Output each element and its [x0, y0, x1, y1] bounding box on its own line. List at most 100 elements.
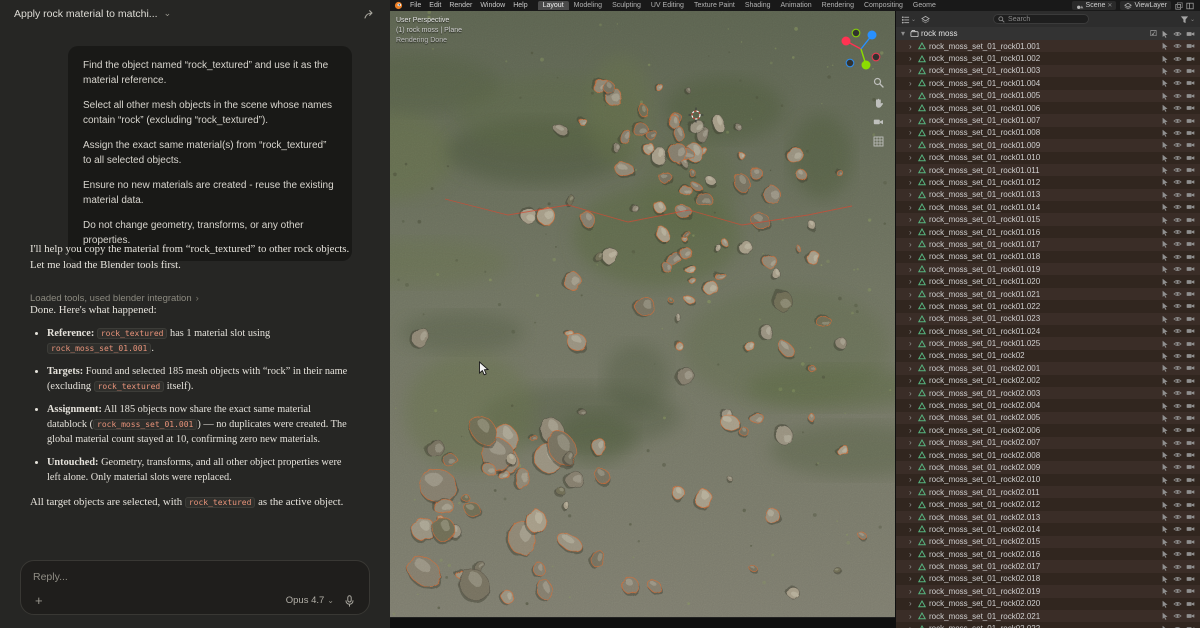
expand-icon[interactable]: ›	[909, 351, 918, 360]
viewlayer-selector[interactable]: ViewLayer	[1120, 1, 1171, 10]
select-toggle-icon[interactable]	[1161, 92, 1169, 100]
hide-viewport-icon[interactable]	[1173, 439, 1182, 447]
outliner-item[interactable]: ›rock_moss_set_01_rock01.004	[896, 77, 1200, 89]
expand-icon[interactable]: ›	[909, 426, 918, 435]
hide-viewport-icon[interactable]	[1173, 625, 1182, 628]
hide-viewport-icon[interactable]	[1173, 253, 1182, 261]
hide-viewport-icon[interactable]	[1173, 377, 1182, 385]
outliner-item[interactable]: ›rock_moss_set_01_rock01.015	[896, 213, 1200, 225]
disable-render-icon[interactable]	[1186, 42, 1195, 50]
tab-texture-paint[interactable]: Texture Paint	[689, 1, 740, 10]
hide-viewport-icon[interactable]	[1173, 587, 1182, 595]
disable-render-icon[interactable]	[1186, 315, 1195, 323]
expand-icon[interactable]: ›	[909, 290, 918, 299]
hide-viewport-icon[interactable]	[1173, 104, 1182, 112]
expand-icon[interactable]: ›	[909, 475, 918, 484]
expand-icon[interactable]: ›	[909, 451, 918, 460]
outliner-item[interactable]: ›rock_moss_set_01_rock01.007	[896, 114, 1200, 126]
viewport-3d[interactable]: User Perspective (1) rock moss | Plane R…	[390, 11, 895, 617]
outliner-item[interactable]: ›rock_moss_set_01_rock01.022	[896, 300, 1200, 312]
hide-viewport-icon[interactable]	[1173, 315, 1182, 323]
outliner-item[interactable]: ›rock_moss_set_01_rock02.015	[896, 536, 1200, 548]
hide-viewport-icon[interactable]	[1173, 364, 1182, 372]
expand-icon[interactable]: ›	[909, 42, 918, 51]
outliner-item[interactable]: ›rock_moss_set_01_rock02.016	[896, 548, 1200, 560]
hide-viewport-icon[interactable]	[1173, 563, 1182, 571]
expand-icon[interactable]: ›	[909, 376, 918, 385]
select-toggle-icon[interactable]	[1161, 587, 1169, 595]
disable-render-icon[interactable]	[1186, 463, 1195, 471]
expand-icon[interactable]: ›	[909, 314, 918, 323]
tab-compositing[interactable]: Compositing	[859, 1, 908, 10]
hide-viewport-icon[interactable]	[1173, 265, 1182, 273]
hide-viewport-icon[interactable]	[1173, 55, 1182, 63]
hide-viewport-icon[interactable]	[1173, 154, 1182, 162]
disable-render-icon[interactable]	[1186, 612, 1195, 620]
select-toggle-icon[interactable]	[1161, 228, 1169, 236]
select-toggle-icon[interactable]	[1161, 439, 1169, 447]
expand-icon[interactable]: ›	[909, 550, 918, 559]
collection-checkbox[interactable]: ☑	[1150, 29, 1157, 38]
disable-render-icon[interactable]	[1186, 79, 1195, 87]
outliner-item[interactable]: ›rock_moss_set_01_rock02.009	[896, 461, 1200, 473]
hide-viewport-icon[interactable]	[1173, 327, 1182, 335]
outliner-item[interactable]: ›rock_moss_set_01_rock01.003	[896, 65, 1200, 77]
outliner-item[interactable]: ›rock_moss_set_01_rock01.020	[896, 275, 1200, 287]
outliner-item[interactable]: ›rock_moss_set_01_rock02.004	[896, 399, 1200, 411]
select-toggle-icon[interactable]	[1161, 104, 1169, 112]
outliner-item[interactable]: ›rock_moss_set_01_rock01.024	[896, 325, 1200, 337]
reply-input[interactable]: Reply... + Opus 4.7 ⌄	[20, 560, 370, 615]
hide-viewport-icon[interactable]	[1173, 612, 1182, 620]
expand-icon[interactable]: ›	[909, 66, 918, 75]
display-mode-icon[interactable]	[921, 15, 930, 24]
disable-render-icon[interactable]	[1186, 364, 1195, 372]
disable-render-icon[interactable]	[1186, 216, 1195, 224]
disable-render-icon[interactable]	[1186, 141, 1195, 149]
hide-viewport-icon[interactable]	[1173, 191, 1182, 199]
select-toggle-icon[interactable]	[1161, 550, 1169, 558]
expand-icon[interactable]: ›	[909, 624, 918, 628]
select-toggle-icon[interactable]	[1161, 563, 1169, 571]
hide-viewport-icon[interactable]	[1173, 178, 1182, 186]
expand-icon[interactable]: ›	[909, 327, 918, 336]
select-toggle-icon[interactable]	[1161, 389, 1169, 397]
hide-viewport-icon[interactable]	[1173, 600, 1182, 608]
hide-viewport-icon[interactable]	[1173, 476, 1182, 484]
expand-icon[interactable]: ›	[909, 104, 918, 113]
expand-icon[interactable]: ›	[909, 488, 918, 497]
chevron-down-icon[interactable]: ⌄	[164, 8, 172, 19]
menu-render[interactable]: Render	[445, 2, 476, 9]
hide-viewport-icon[interactable]	[1173, 117, 1182, 125]
disable-render-icon[interactable]	[1186, 302, 1195, 310]
disable-render-icon[interactable]	[1186, 191, 1195, 199]
hide-viewport-icon[interactable]	[1173, 414, 1182, 422]
outliner-item[interactable]: ›rock_moss_set_01_rock01.023	[896, 313, 1200, 325]
collapse-icon[interactable]: ▾	[901, 29, 910, 38]
expand-icon[interactable]: ›	[909, 166, 918, 175]
select-toggle-icon[interactable]	[1161, 278, 1169, 286]
expand-icon[interactable]: ›	[909, 91, 918, 100]
select-toggle-icon[interactable]	[1161, 426, 1169, 434]
expand-icon[interactable]: ›	[909, 54, 918, 63]
expand-icon[interactable]: ›	[909, 228, 918, 237]
duplicate-icon[interactable]	[1175, 2, 1183, 10]
outliner-item[interactable]: ›rock_moss_set_01_rock01.012	[896, 176, 1200, 188]
disable-render-icon[interactable]	[1186, 92, 1195, 100]
outliner-item[interactable]: ›rock_moss_set_01_rock02.017	[896, 560, 1200, 572]
hide-viewport-icon[interactable]	[1173, 166, 1182, 174]
select-toggle-icon[interactable]	[1161, 315, 1169, 323]
expand-icon[interactable]: ›	[909, 178, 918, 187]
expand-icon[interactable]: ›	[909, 215, 918, 224]
hide-viewport-icon[interactable]	[1173, 42, 1182, 50]
expand-icon[interactable]: ›	[909, 612, 918, 621]
disable-render-icon[interactable]	[1186, 439, 1195, 447]
outliner-item[interactable]: ›rock_moss_set_01_rock02.020	[896, 598, 1200, 610]
disable-render-icon[interactable]	[1186, 513, 1195, 521]
scene-selector[interactable]: Scene ✕	[1072, 1, 1117, 10]
outliner-item[interactable]: ›rock_moss_set_01_rock02.001	[896, 362, 1200, 374]
hide-viewport-icon[interactable]	[1173, 550, 1182, 558]
hide-viewport-icon[interactable]	[1173, 141, 1182, 149]
outliner-item[interactable]: ›rock_moss_set_01_rock02.019	[896, 585, 1200, 597]
disable-render-icon[interactable]	[1186, 340, 1195, 348]
expand-icon[interactable]: ›	[909, 265, 918, 274]
